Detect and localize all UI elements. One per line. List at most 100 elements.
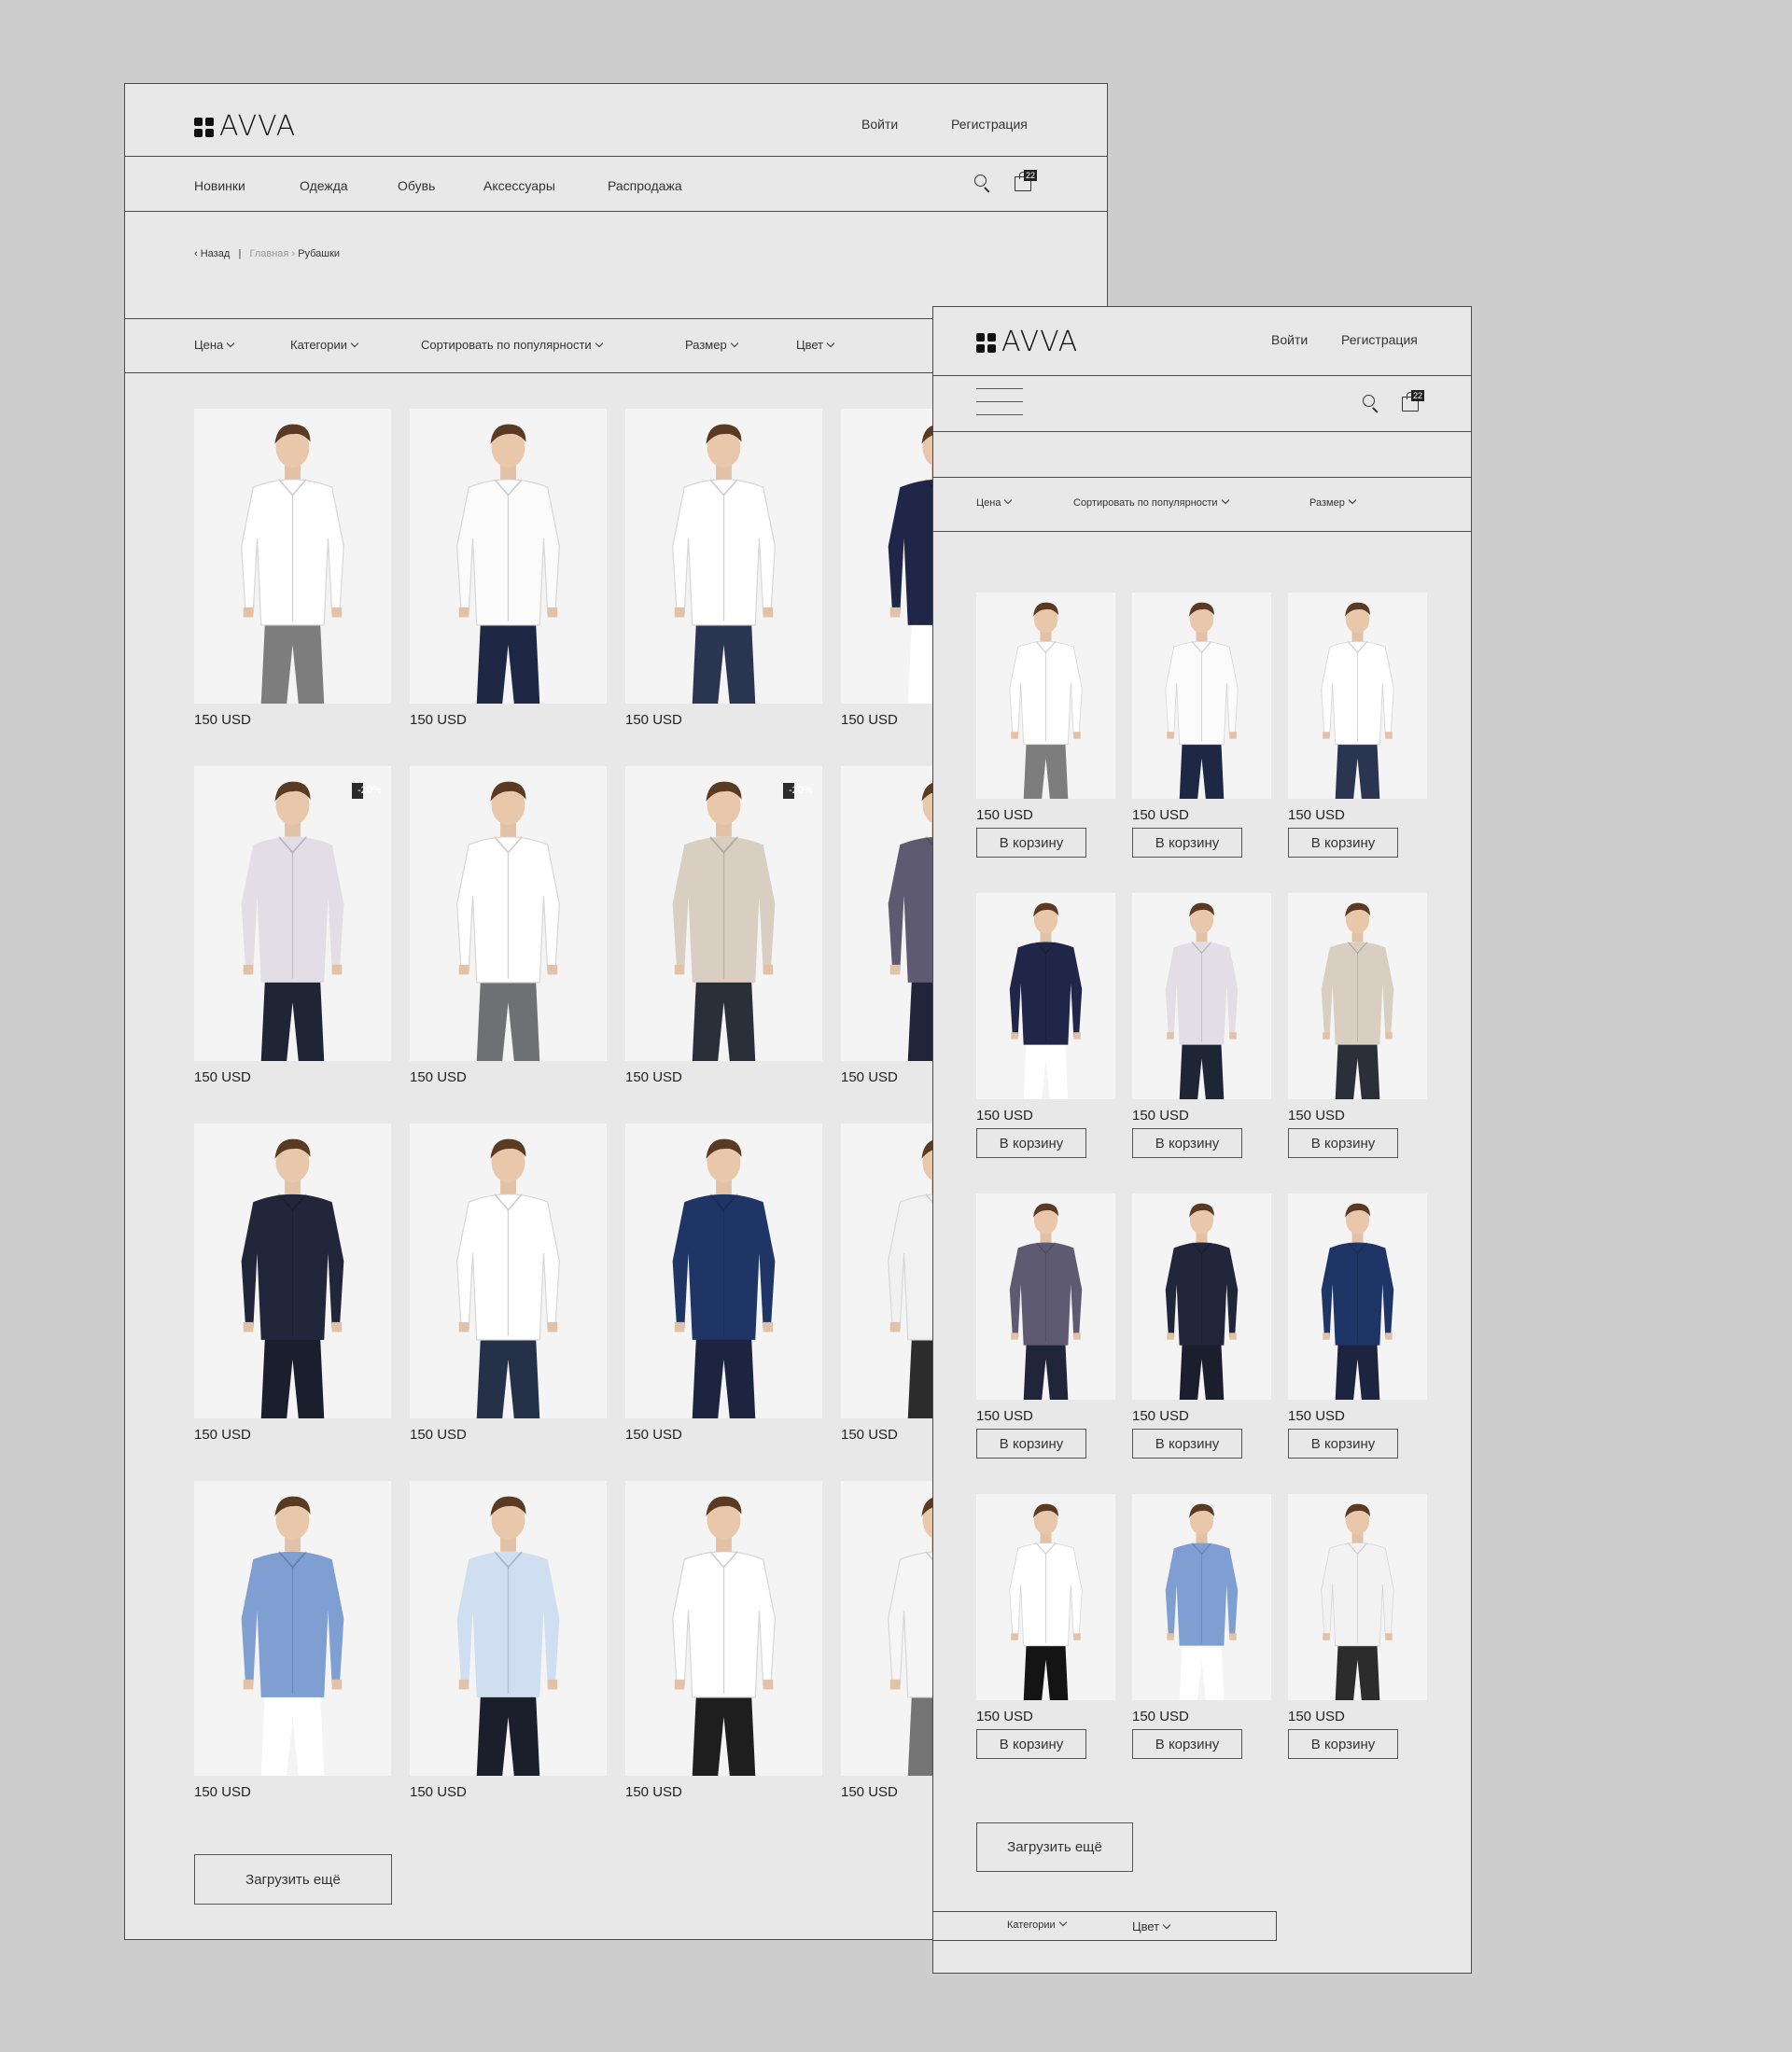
- product-price: 150 USD: [841, 1427, 898, 1443]
- nav-item-new[interactable]: Новинки: [194, 178, 245, 193]
- add-to-cart-button[interactable]: В корзину: [1288, 1729, 1398, 1759]
- model-figure: [625, 1124, 822, 1418]
- product-price: 150 USD: [976, 807, 1033, 823]
- sort-popularity[interactable]: Сортировать по популярности: [1073, 496, 1229, 509]
- add-to-cart-button[interactable]: В корзину: [976, 1729, 1086, 1759]
- product-image[interactable]: [1288, 1494, 1427, 1700]
- nav-item-sale[interactable]: Распродажа: [608, 178, 682, 193]
- product-price: 150 USD: [1288, 1709, 1345, 1724]
- search-icon[interactable]: [974, 174, 992, 193]
- hamburger-menu-icon[interactable]: [976, 388, 1023, 418]
- product-price: 150 USD: [410, 1784, 467, 1800]
- nav-divider: [125, 211, 1107, 212]
- product-image[interactable]: [625, 1481, 822, 1776]
- filter-color[interactable]: Цвет: [796, 338, 835, 352]
- chevron-down-icon: [350, 339, 359, 348]
- chevron-down-icon: [227, 339, 235, 348]
- product-price: 150 USD: [1288, 807, 1345, 823]
- nav-item-clothing[interactable]: Одежда: [300, 178, 348, 193]
- add-to-cart-button[interactable]: В корзину: [1132, 828, 1242, 858]
- header-divider: [933, 375, 1471, 376]
- register-link[interactable]: Регистрация: [1341, 332, 1418, 347]
- model-figure: [1132, 593, 1271, 799]
- back-link[interactable]: ‹ Назад: [194, 248, 230, 259]
- model-figure: [194, 766, 391, 1061]
- load-more-button[interactable]: Загрузить ещё: [976, 1822, 1133, 1872]
- add-to-cart-button[interactable]: В корзину: [1132, 1729, 1242, 1759]
- product-image[interactable]: [410, 1481, 607, 1776]
- breadcrumb-separator: |: [232, 248, 247, 259]
- product-image[interactable]: [976, 893, 1115, 1099]
- breadcrumb-home[interactable]: Главная: [249, 248, 288, 259]
- add-to-cart-button[interactable]: В корзину: [1132, 1128, 1242, 1158]
- product-price: 150 USD: [976, 1108, 1033, 1124]
- filter-size[interactable]: Размер: [1309, 496, 1357, 509]
- product-image[interactable]: [194, 1124, 391, 1418]
- product-image[interactable]: [410, 1124, 607, 1418]
- product-image[interactable]: [1288, 1194, 1427, 1400]
- logo-wordmark: AVVA: [1001, 326, 1079, 358]
- add-to-cart-button[interactable]: В корзину: [976, 828, 1086, 858]
- product-price: 150 USD: [1132, 1709, 1189, 1724]
- nav-item-accessories[interactable]: Аксессуары: [483, 178, 555, 193]
- login-link[interactable]: Войти: [1271, 332, 1308, 347]
- product-image[interactable]: [625, 1124, 822, 1418]
- load-more-button[interactable]: Загрузить ещё: [194, 1854, 392, 1905]
- chevron-down-icon: [595, 339, 603, 348]
- product-image[interactable]: [1132, 1194, 1271, 1400]
- product-image[interactable]: [976, 1494, 1115, 1700]
- nav-item-shoes[interactable]: Обувь: [398, 178, 435, 193]
- login-link[interactable]: Войти: [861, 117, 898, 132]
- add-to-cart-button[interactable]: В корзину: [976, 1429, 1086, 1459]
- product-image[interactable]: [976, 593, 1115, 799]
- product-image[interactable]: [410, 766, 607, 1061]
- filter-price[interactable]: Цена: [976, 496, 1013, 509]
- brand-logo[interactable]: AVVA: [976, 328, 1078, 356]
- add-to-cart-button[interactable]: В корзину: [1288, 1429, 1398, 1459]
- model-figure: [194, 1124, 391, 1418]
- breadcrumb-current: Рубашки: [298, 248, 341, 259]
- header-divider: [125, 156, 1107, 157]
- filter-categories[interactable]: Категории: [1007, 1918, 1067, 1931]
- chevron-down-icon: [1058, 1918, 1067, 1927]
- product-image[interactable]: [194, 1481, 391, 1776]
- product-image[interactable]: [1132, 1494, 1271, 1700]
- product-image[interactable]: [1288, 893, 1427, 1099]
- product-price: 150 USD: [1132, 807, 1189, 823]
- logo-mark-icon: [194, 117, 214, 137]
- model-figure: [410, 409, 607, 704]
- product-price: 150 USD: [976, 1408, 1033, 1424]
- product-image[interactable]: [1132, 893, 1271, 1099]
- add-to-cart-button[interactable]: В корзину: [1288, 1128, 1398, 1158]
- product-image[interactable]: [625, 766, 822, 1061]
- chevron-down-icon: [1162, 1920, 1171, 1930]
- filter-price[interactable]: Цена: [194, 338, 235, 352]
- logo-wordmark: AVVA: [219, 110, 297, 143]
- product-image[interactable]: [625, 409, 822, 704]
- product-image[interactable]: [976, 1194, 1115, 1400]
- model-figure: [1288, 1494, 1427, 1700]
- sort-popularity[interactable]: Сортировать по популярности: [421, 338, 603, 352]
- product-price: 150 USD: [194, 1427, 251, 1443]
- filter-size[interactable]: Размер: [685, 338, 738, 352]
- model-figure: [976, 593, 1115, 799]
- product-image[interactable]: [410, 409, 607, 704]
- search-icon[interactable]: [1363, 395, 1380, 413]
- brand-logo[interactable]: AVVA: [194, 113, 296, 141]
- filter-categories[interactable]: Категории: [290, 338, 359, 352]
- discount-badge: -20%: [783, 783, 813, 799]
- add-to-cart-button[interactable]: В корзину: [1288, 828, 1398, 858]
- product-image[interactable]: [194, 409, 391, 704]
- product-image[interactable]: [194, 766, 391, 1061]
- add-to-cart-button[interactable]: В корзину: [976, 1128, 1086, 1158]
- product-image[interactable]: [1132, 593, 1271, 799]
- filter-divider: [933, 531, 1471, 532]
- add-to-cart-button[interactable]: В корзину: [1132, 1429, 1242, 1459]
- product-image[interactable]: [1288, 593, 1427, 799]
- model-figure: [1132, 1494, 1271, 1700]
- filter-color[interactable]: Цвет: [1132, 1919, 1171, 1933]
- model-figure: [410, 1481, 607, 1776]
- register-link[interactable]: Регистрация: [951, 117, 1028, 132]
- model-figure: [194, 409, 391, 704]
- mobile-page-frame: AVVA Войти Регистрация 22 Цена Сортирова…: [932, 306, 1472, 1974]
